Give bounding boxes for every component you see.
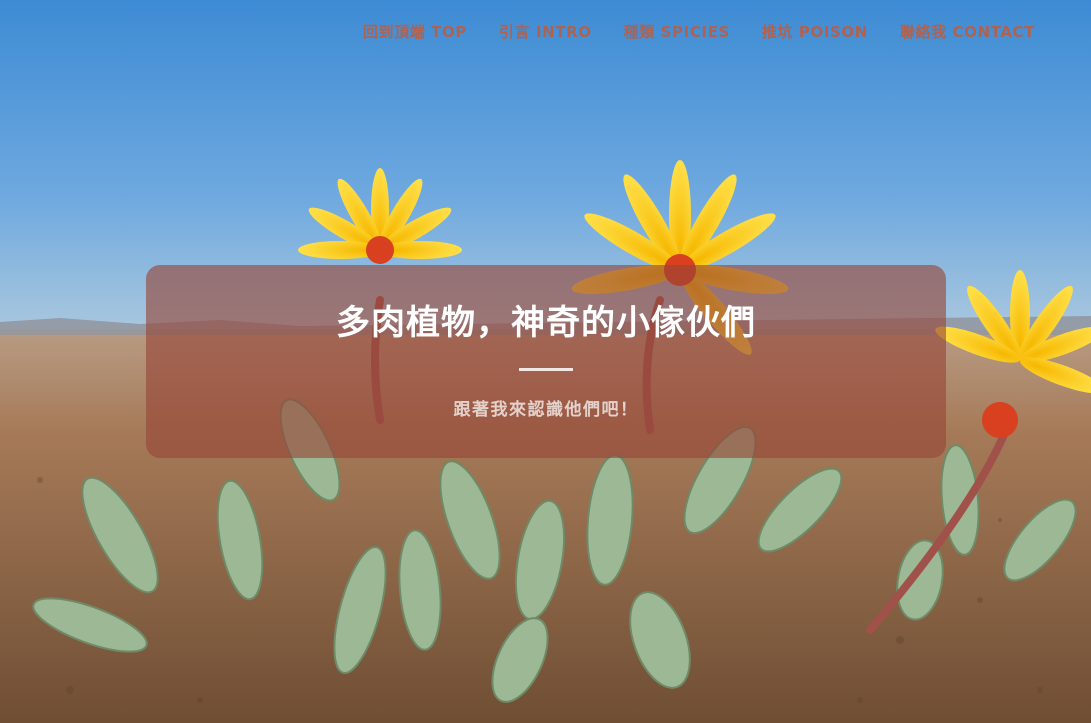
nav-item-species[interactable]: 種類 SPICIES bbox=[624, 21, 730, 42]
hero-section: 回到頂端 TOP 引言 INTRO 種類 SPICIES 推坑 POISON 聯… bbox=[0, 0, 1091, 723]
nav-item-poison[interactable]: 推坑 POISON bbox=[762, 21, 868, 42]
top-navigation: 回到頂端 TOP 引言 INTRO 種類 SPICIES 推坑 POISON 聯… bbox=[0, 0, 1091, 62]
hero-subtitle: 跟著我來認識他們吧！ bbox=[453, 400, 639, 420]
nav-item-contact[interactable]: 聯絡我 CONTACT bbox=[900, 21, 1035, 42]
nav-item-intro[interactable]: 引言 INTRO bbox=[499, 21, 592, 42]
hero-card: 多肉植物，神奇的小傢伙們 跟著我來認識他們吧！ bbox=[146, 265, 946, 458]
nav-item-top[interactable]: 回到頂端 TOP bbox=[363, 21, 467, 42]
title-divider bbox=[519, 368, 573, 371]
hero-title: 多肉植物，神奇的小傢伙們 bbox=[336, 303, 756, 343]
